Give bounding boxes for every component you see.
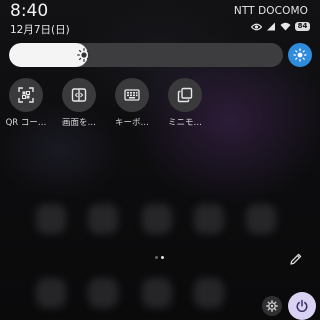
battery-icon: 84: [295, 22, 310, 31]
tile-qr-scan[interactable]: QR コー…: [0, 78, 52, 128]
tile-qr-scan-button[interactable]: [9, 78, 43, 112]
signal-icon: [267, 22, 275, 31]
power-button[interactable]: [288, 292, 316, 320]
carrier-name: NTT DOCOMO: [233, 5, 308, 17]
page-dot-active: [161, 256, 164, 259]
blurred-app-icon: [88, 278, 118, 308]
page-indicator: [155, 256, 164, 259]
tile-label: キーボ…: [114, 118, 149, 128]
wifi-icon: [280, 22, 291, 31]
tile-split-screen-button[interactable]: [62, 78, 96, 112]
tile-mini-mode-button[interactable]: [168, 78, 202, 112]
auto-brightness-button[interactable]: [288, 43, 312, 67]
tile-label: QR コー…: [5, 118, 47, 128]
tile-label: ミニモ…: [167, 118, 202, 128]
page-dot: [155, 256, 158, 259]
status-time: 8:40: [10, 1, 49, 21]
blurred-app-icon: [36, 204, 66, 234]
blurred-app-icon: [194, 204, 224, 234]
mini-mode-icon: [177, 87, 193, 103]
blurred-app-icon: [246, 204, 276, 234]
blurred-app-icon: [142, 278, 172, 308]
qr-scan-icon: [18, 87, 34, 103]
sun-icon: [77, 48, 91, 62]
gear-icon: [266, 300, 278, 312]
blurred-app-icon: [36, 278, 66, 308]
eye-icon: [251, 23, 262, 30]
tile-label: 画面を…: [61, 118, 96, 128]
status-date: 12月7日(日): [10, 24, 70, 36]
power-icon: [296, 299, 308, 313]
brightness-slider[interactable]: [9, 43, 283, 67]
tile-split-screen[interactable]: 画面を…: [53, 78, 105, 128]
tile-mini-mode[interactable]: ミニモ…: [159, 78, 211, 128]
blurred-app-icon: [142, 204, 172, 234]
split-screen-icon: [71, 88, 87, 102]
tile-keyboard-button[interactable]: [115, 78, 149, 112]
keyboard-icon: [124, 89, 140, 101]
pencil-icon[interactable]: [289, 252, 303, 266]
blurred-app-icon: [88, 204, 118, 234]
status-icons: 84: [251, 22, 310, 31]
auto-brightness-icon: [293, 48, 307, 62]
tile-keyboard[interactable]: キーボ…: [106, 78, 158, 128]
blurred-app-icon: [194, 278, 224, 308]
settings-button[interactable]: [262, 296, 282, 316]
